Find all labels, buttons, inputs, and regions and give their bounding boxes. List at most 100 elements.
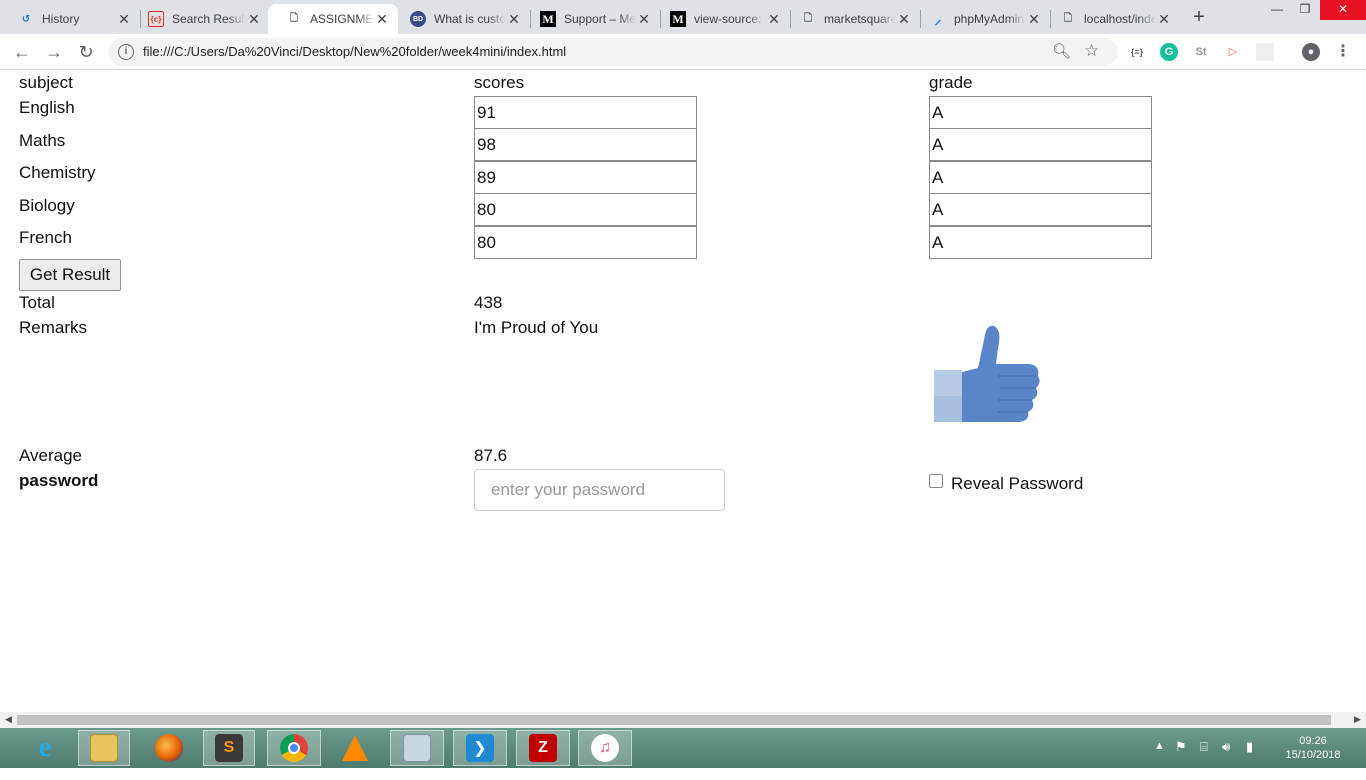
- page-content: subject scores grade English Maths Chemi…: [0, 70, 1366, 712]
- score-input-english[interactable]: [474, 96, 697, 129]
- blank-extension-icon[interactable]: [1256, 43, 1274, 61]
- score-input-maths[interactable]: [474, 128, 697, 161]
- tab-history[interactable]: ↺ History ✕: [0, 4, 140, 34]
- phpmyadmin-icon: ⸝: [934, 10, 942, 27]
- tab-view-source[interactable]: M view-source: ✕: [652, 4, 790, 34]
- grammarly-icon[interactable]: G: [1160, 43, 1178, 61]
- subject-header: subject: [19, 73, 73, 92]
- average-value: 87.6: [474, 446, 508, 465]
- forward-button[interactable]: →: [42, 40, 66, 64]
- tab-close-icon[interactable]: ✕: [1026, 11, 1042, 28]
- scroll-left-arrow-icon[interactable]: ◀: [5, 714, 12, 725]
- tab-title: Support – Medium: [564, 12, 636, 26]
- total-value: 438: [474, 293, 503, 312]
- profile-icon[interactable]: ●: [1302, 43, 1320, 61]
- grade-input-biology[interactable]: [929, 193, 1152, 226]
- tab-what-is-customer[interactable]: BD What is customer ✕: [392, 4, 530, 34]
- reveal-password-label[interactable]: Reveal Password: [951, 474, 1083, 494]
- st-extension-icon[interactable]: St: [1192, 43, 1210, 61]
- tab-close-icon[interactable]: ✕: [636, 11, 652, 28]
- url-text: file:///C:/Users/Da%20Vinci/Desktop/New%…: [143, 44, 567, 59]
- grade-input-french[interactable]: [929, 226, 1152, 259]
- scores-header: scores: [474, 73, 525, 92]
- document-icon: 🗋: [803, 12, 813, 24]
- reveal-password-checkbox[interactable]: [929, 474, 943, 488]
- scrollbar-thumb[interactable]: [17, 715, 1331, 725]
- medium-icon: M: [670, 11, 686, 27]
- document-icon: 🗋: [289, 12, 299, 24]
- tab-close-icon[interactable]: ✕: [896, 11, 912, 28]
- new-tab-button[interactable]: +: [1188, 6, 1210, 28]
- tab-title: localhost/index: [1084, 12, 1156, 26]
- password-input[interactable]: [474, 469, 725, 511]
- itunes-icon[interactable]: ♫: [578, 730, 632, 766]
- grade-header: grade: [929, 73, 973, 92]
- medium-icon: M: [540, 11, 556, 27]
- file-explorer-icon[interactable]: [78, 730, 130, 766]
- score-input-chemistry[interactable]: [474, 161, 697, 194]
- windows-taskbar: e S ❯ Z ♫ ▲ ⚑ ⌸ 🔊︎ ▮ 09:26 15/10/2018: [0, 728, 1366, 768]
- volume-icon[interactable]: 🔊︎: [1222, 739, 1230, 779]
- vscode-icon[interactable]: ❯: [453, 730, 507, 766]
- thumbs-up-icon: [934, 325, 1040, 422]
- tab-assignment[interactable]: 🗋 ASSIGNMENT ✕: [268, 4, 398, 34]
- tab-strip: ↺ History ✕ {c} Search Results ✕ 🗋 ASSIG…: [0, 0, 1366, 34]
- score-input-biology[interactable]: [474, 193, 697, 226]
- zoom-icon[interactable]: 🔍︎: [1052, 42, 1071, 60]
- network-icon[interactable]: ⌸: [1200, 739, 1208, 779]
- back-button[interactable]: ←: [10, 40, 34, 64]
- score-input-french[interactable]: [474, 226, 697, 259]
- tab-close-icon[interactable]: ✕: [1156, 11, 1172, 28]
- cast-extension-icon[interactable]: ▷: [1224, 43, 1242, 61]
- firefox-icon[interactable]: [142, 730, 196, 766]
- system-icon[interactable]: [390, 730, 444, 766]
- close-window-button[interactable]: ✕: [1320, 0, 1366, 20]
- grade-input-maths[interactable]: [929, 128, 1152, 161]
- info-icon[interactable]: i: [118, 44, 134, 60]
- json-extension-icon[interactable]: {≡}: [1128, 43, 1146, 61]
- tab-close-icon[interactable]: ✕: [374, 11, 390, 28]
- clock-date: 15/10/2018: [1285, 749, 1341, 761]
- chrome-icon[interactable]: [267, 730, 321, 766]
- internet-explorer-icon[interactable]: e: [18, 730, 72, 766]
- horizontal-scrollbar[interactable]: ◀ ▶: [0, 712, 1366, 728]
- action-center-icon[interactable]: ⚑: [1175, 739, 1187, 779]
- tab-close-icon[interactable]: ✕: [506, 11, 522, 28]
- browser-toolbar: ← → ↻ i file:///C:/Users/Da%20Vinci/Desk…: [0, 34, 1366, 70]
- tab-search-results[interactable]: {c} Search Results ✕: [130, 4, 270, 34]
- subject-label-english: English: [19, 98, 75, 117]
- subject-label-chemistry: Chemistry: [19, 163, 96, 182]
- show-hidden-icons-icon[interactable]: ▲: [1154, 740, 1165, 780]
- tab-close-icon[interactable]: ✕: [246, 11, 262, 28]
- tab-title: ASSIGNMENT: [310, 12, 374, 26]
- tab-marketsquare[interactable]: 🗋 marketsquare ✕: [782, 4, 920, 34]
- tab-support-medium[interactable]: M Support – Medium ✕: [522, 4, 660, 34]
- address-bar[interactable]: i file:///C:/Users/Da%20Vinci/Desktop/Ne…: [108, 38, 1118, 66]
- scroll-right-arrow-icon[interactable]: ▶: [1354, 714, 1361, 725]
- remarks-label: Remarks: [19, 318, 88, 337]
- average-label: Average: [19, 446, 83, 465]
- password-label: password: [19, 471, 99, 490]
- menu-icon[interactable]: ⋮: [1334, 43, 1352, 61]
- tab-phpmyadmin[interactable]: ⸝ phpMyAdmin ✕: [912, 4, 1050, 34]
- tab-title: marketsquare: [824, 12, 896, 26]
- tab-localhost[interactable]: 🗋 localhost/index ✕: [1042, 4, 1180, 34]
- reload-button[interactable]: ↻: [74, 40, 98, 64]
- subject-label-biology: Biology: [19, 196, 75, 215]
- total-label: Total: [19, 293, 55, 312]
- taskbar-clock[interactable]: 09:26 15/10/2018: [1268, 734, 1358, 762]
- vlc-icon[interactable]: [328, 730, 382, 766]
- filezilla-icon[interactable]: Z: [516, 730, 570, 766]
- tab-title: Search Results: [172, 12, 246, 26]
- battery-icon[interactable]: ▮: [1246, 739, 1253, 779]
- grade-input-english[interactable]: [929, 96, 1152, 129]
- clock-time: 09:26: [1299, 735, 1327, 747]
- get-result-button[interactable]: Get Result: [19, 259, 121, 291]
- grade-input-chemistry[interactable]: [929, 161, 1152, 194]
- tab-close-icon[interactable]: ✕: [766, 11, 782, 28]
- restore-button[interactable]: ❐: [1290, 0, 1320, 20]
- sublime-text-icon[interactable]: S: [203, 730, 255, 766]
- subject-label-french: French: [19, 228, 72, 247]
- minimize-button[interactable]: —: [1262, 0, 1292, 20]
- bookmark-star-icon[interactable]: ☆: [1084, 41, 1099, 61]
